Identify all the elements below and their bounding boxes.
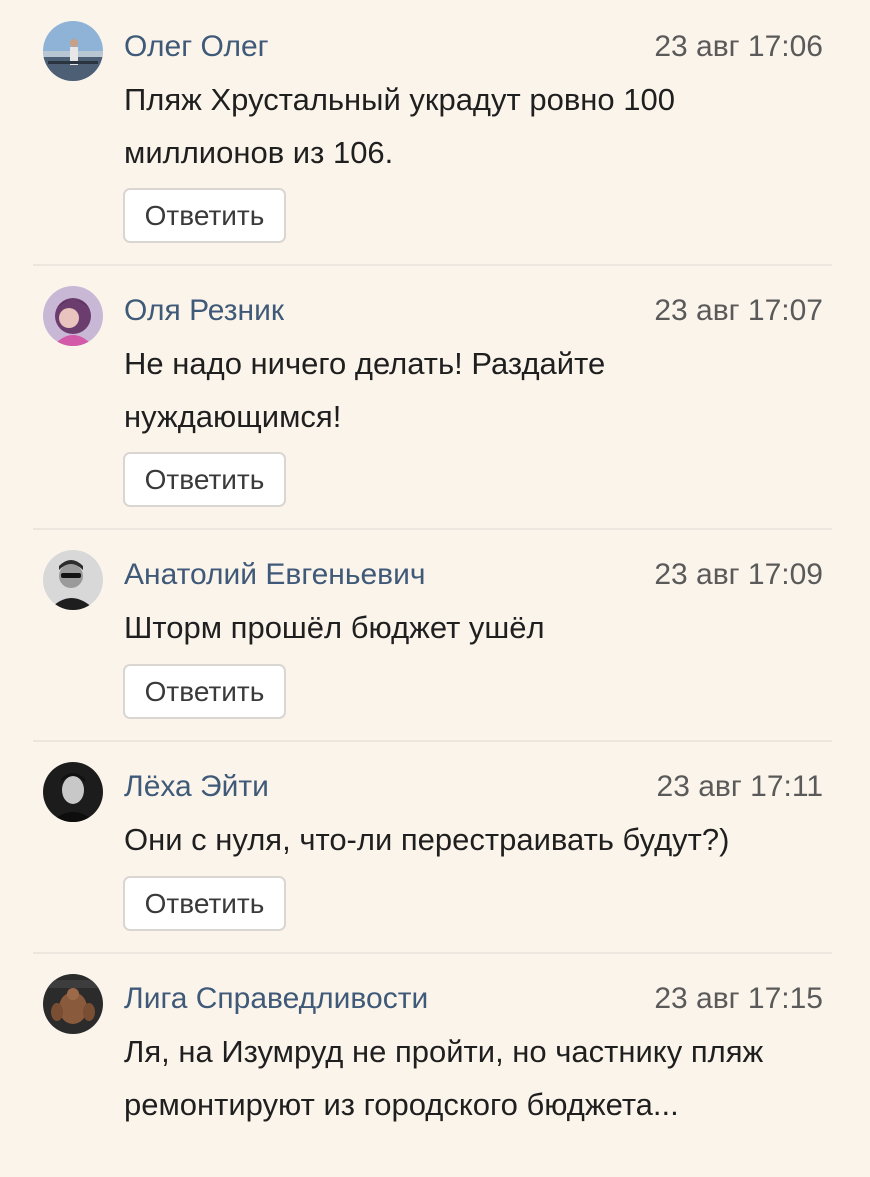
- comment-timestamp: 23 авг 17:15: [654, 982, 823, 1015]
- comment-text: Ля, на Изумруд не пройти, но частнику пл…: [124, 1034, 764, 1122]
- avatar-icon[interactable]: [43, 974, 103, 1034]
- comment-item: Лига Справедливости 23 авг 17:15 Ля, на …: [0, 0, 870, 1177]
- comment-author-link[interactable]: Лига Справедливости: [124, 981, 428, 1017]
- comment-list: Олег Олег 23 авг 17:06 Пляж Хрустальный …: [0, 0, 870, 1177]
